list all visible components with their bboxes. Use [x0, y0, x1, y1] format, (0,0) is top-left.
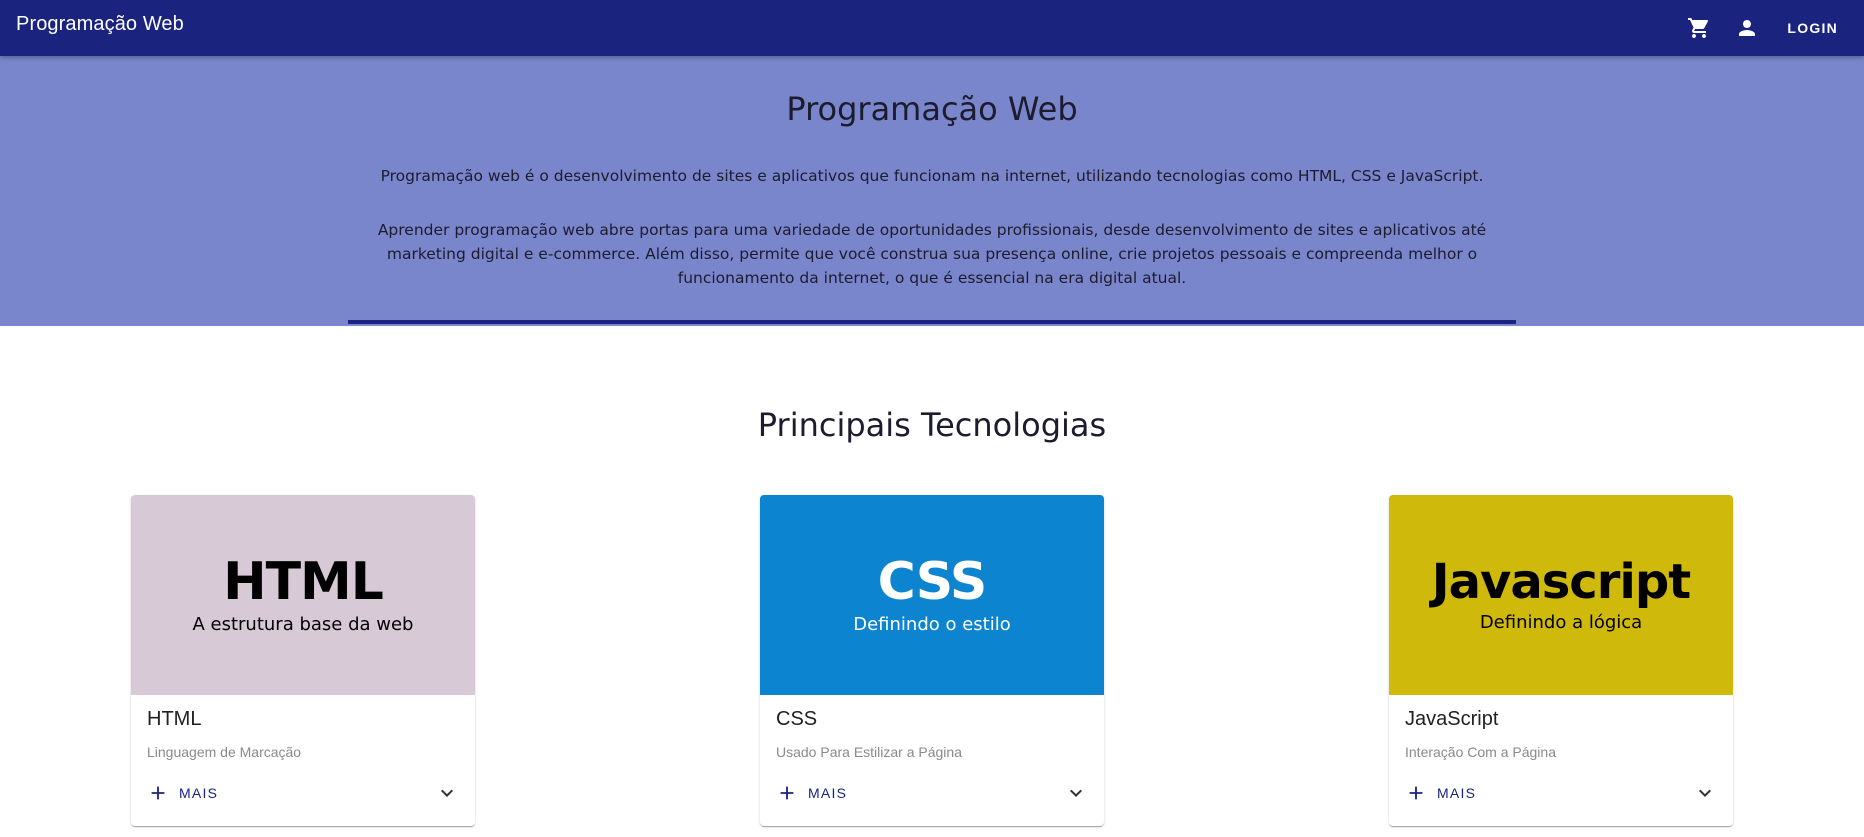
- hero-banner: Programação Web Programação web é o dese…: [0, 56, 1864, 326]
- media-subtitle: Definindo o estilo: [853, 613, 1011, 635]
- cart-button[interactable]: [1675, 4, 1723, 52]
- login-button[interactable]: LOGIN: [1783, 12, 1842, 44]
- more-label: MAIS: [808, 785, 848, 801]
- hero-paragraph-benefits: Aprender programação web abre portas par…: [377, 221, 1487, 287]
- more-label: MAIS: [1437, 785, 1477, 801]
- card-subtitle: Linguagem de Marcação: [147, 744, 302, 760]
- chevron-down-icon: [1070, 789, 1082, 797]
- card-actions: MAIS: [139, 769, 467, 817]
- expand-button[interactable]: [427, 773, 467, 813]
- card-actions: MAIS: [1397, 769, 1725, 817]
- card-media-html: HTML A estrutura base da web: [131, 495, 475, 695]
- more-button[interactable]: MAIS: [139, 775, 226, 811]
- chevron-down-icon: [441, 789, 453, 797]
- card-title: CSS: [776, 708, 818, 730]
- hero-paragraph-intro: Programação web é o desenvolvimento de s…: [380, 167, 1484, 185]
- appbar-actions: LOGIN: [1675, 0, 1842, 56]
- card-media-css: CSS Definindo o estilo: [760, 495, 1104, 695]
- card-title: JavaScript: [1405, 708, 1499, 730]
- expand-button[interactable]: [1056, 773, 1096, 813]
- plus-icon: [151, 786, 165, 800]
- app-title[interactable]: Programação Web: [16, 13, 184, 36]
- card-actions: MAIS: [768, 769, 1096, 817]
- media-subtitle: A estrutura base da web: [192, 613, 414, 635]
- media-title: HTML: [223, 551, 384, 612]
- media-title: Javascript: [1431, 553, 1691, 610]
- card-subtitle: Usado Para Estilizar a Página: [776, 744, 962, 760]
- app-bar: Programação Web LOGIN: [0, 0, 1864, 56]
- card-css: CSS Definindo o estilo CSS Usado Para Es…: [760, 495, 1104, 826]
- media-title: CSS: [877, 551, 988, 612]
- card-javascript: Javascript Definindo a lógica JavaScript…: [1389, 495, 1733, 826]
- card-subtitle: Interação Com a Página: [1405, 744, 1556, 760]
- plus-icon: [780, 786, 794, 800]
- more-button[interactable]: MAIS: [1397, 775, 1484, 811]
- shopping-cart-icon: [1688, 18, 1709, 38]
- card-title: HTML: [147, 708, 202, 730]
- expand-button[interactable]: [1685, 773, 1725, 813]
- more-label: MAIS: [179, 785, 219, 801]
- hero-divider: [348, 320, 1516, 324]
- section-title: Principais Tecnologias: [757, 406, 1107, 444]
- chevron-down-icon: [1699, 789, 1711, 797]
- more-button[interactable]: MAIS: [768, 775, 855, 811]
- card-html: HTML A estrutura base da web HTML Lingua…: [131, 495, 475, 826]
- person-icon: [1739, 20, 1756, 36]
- card-media-javascript: Javascript Definindo a lógica: [1389, 495, 1733, 695]
- media-subtitle: Definindo a lógica: [1479, 611, 1643, 633]
- hero-title: Programação Web: [786, 90, 1078, 128]
- account-button[interactable]: [1723, 4, 1771, 52]
- plus-icon: [1409, 786, 1423, 800]
